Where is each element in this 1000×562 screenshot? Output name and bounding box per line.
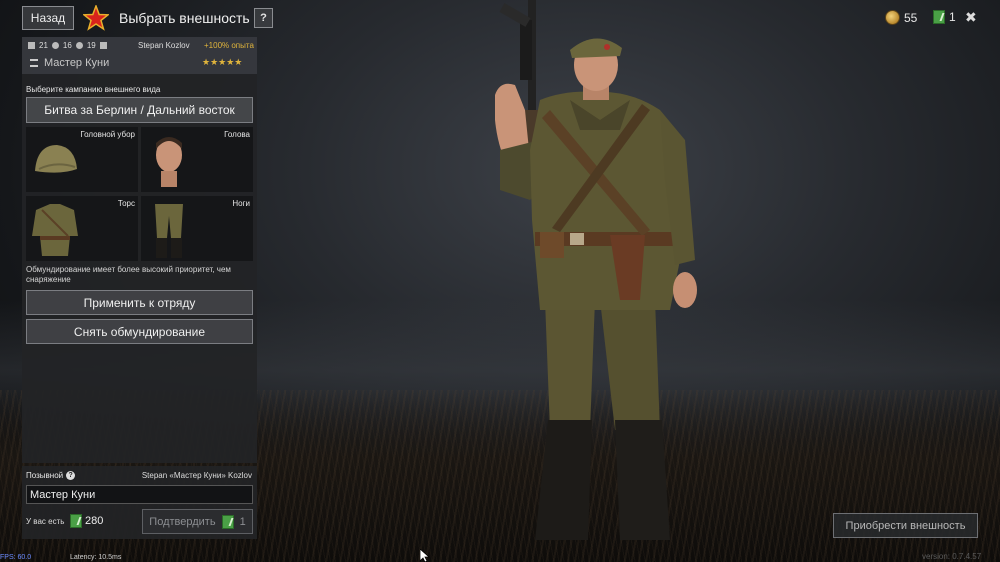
mouse-cursor-icon: [420, 549, 430, 562]
slot-torso[interactable]: Торс: [26, 196, 138, 261]
latency-counter: Latency: 10.5ms: [70, 554, 122, 561]
page-title: Выбрать внешность: [119, 10, 250, 26]
stat-value-1: 21: [39, 41, 48, 50]
rating-stars: ★★★★★: [202, 57, 243, 67]
appearance-panel: 21 16 19 Stepan Kozlov +100% опыта Масте…: [22, 37, 257, 463]
soldier-model[interactable]: [470, 0, 730, 550]
back-button[interactable]: Назад: [22, 6, 74, 30]
buy-appearance-button[interactable]: Приобрести внешность: [833, 513, 978, 538]
slot-label-headgear: Головной убор: [80, 130, 135, 139]
help-button[interactable]: ?: [254, 8, 273, 28]
soldier-callsign: Мастер Куни: [44, 57, 110, 69]
confirm-callsign-button[interactable]: Подтвердить 1: [142, 509, 253, 534]
ticket-balance-row: 280: [70, 514, 103, 528]
slot-head[interactable]: Голова: [141, 127, 253, 192]
priority-note: Обмундирование имеет более высокий приор…: [26, 265, 231, 284]
gold-balance[interactable]: 55: [885, 10, 917, 25]
slot-label-legs: Ноги: [232, 199, 250, 208]
tunic-thumbnail: [32, 204, 78, 256]
red-star-icon: [83, 5, 109, 31]
stat-value-3: 19: [86, 41, 96, 50]
callsign-panel: Позывной ? Stepan «Мастер Куни» Kozlov У…: [22, 466, 257, 539]
gold-amount: 55: [904, 10, 918, 25]
callsign-label-row: Позывной ?: [26, 471, 76, 480]
xp-bonus: +100% опыта: [204, 41, 254, 50]
slot-label-head: Голова: [224, 130, 250, 139]
slot-label-torso: Торс: [117, 199, 135, 208]
version-label: version: 0.7.4.57: [922, 552, 982, 561]
stat-value-2: 16: [62, 41, 72, 50]
head-thumbnail: [156, 137, 182, 187]
campaign-label: Выберите кампанию внешнего вида: [26, 85, 161, 94]
ticket-icon: [70, 514, 82, 528]
skill-icon: [51, 42, 59, 49]
question-icon[interactable]: ?: [66, 471, 76, 480]
trousers-thumbnail: [155, 204, 183, 258]
gear-icon: [99, 42, 107, 49]
slot-legs[interactable]: Ноги: [141, 196, 253, 261]
callsign-full-name: Stepan «Мастер Куни» Kozlov: [141, 471, 252, 480]
ticket-icon: [933, 10, 945, 24]
balance-label: У вас есть: [26, 517, 65, 526]
top-bar: Назад Выбрать внешность ? 55 1 ✖: [0, 0, 1000, 36]
soldier-stats: 21 16 19: [28, 41, 107, 50]
soldier-name: Stepan Kozlov: [138, 41, 190, 50]
confirm-label: Подтвердить: [149, 515, 216, 528]
slot-headgear[interactable]: Головной убор: [26, 127, 138, 192]
gold-coin-icon: [885, 10, 900, 25]
rank-icon: [30, 59, 38, 67]
callsign-input[interactable]: [26, 485, 253, 504]
ticket-icon: [221, 514, 234, 529]
close-button[interactable]: ✖: [965, 9, 977, 26]
apply-to-squad-button[interactable]: Применить к отряду: [26, 290, 253, 315]
soldier-card[interactable]: 21 16 19 Stepan Kozlov +100% опыта Масте…: [22, 37, 257, 74]
helmet-thumbnail: [35, 145, 77, 173]
heart-icon: [75, 42, 83, 49]
campaign-select-button[interactable]: Битва за Берлин / Дальний восток: [26, 97, 253, 123]
ticket-balance-value: 280: [85, 515, 104, 527]
confirm-cost: 1: [239, 515, 246, 528]
rank-chevron-icon: [28, 42, 35, 49]
fps-counter: FPS: 60.0: [0, 554, 32, 561]
remove-uniform-button[interactable]: Снять обмундирование: [26, 319, 253, 344]
ticket-amount: 1: [949, 10, 956, 24]
callsign-label: Позывной: [26, 471, 64, 480]
ticket-balance[interactable]: 1: [933, 10, 956, 24]
